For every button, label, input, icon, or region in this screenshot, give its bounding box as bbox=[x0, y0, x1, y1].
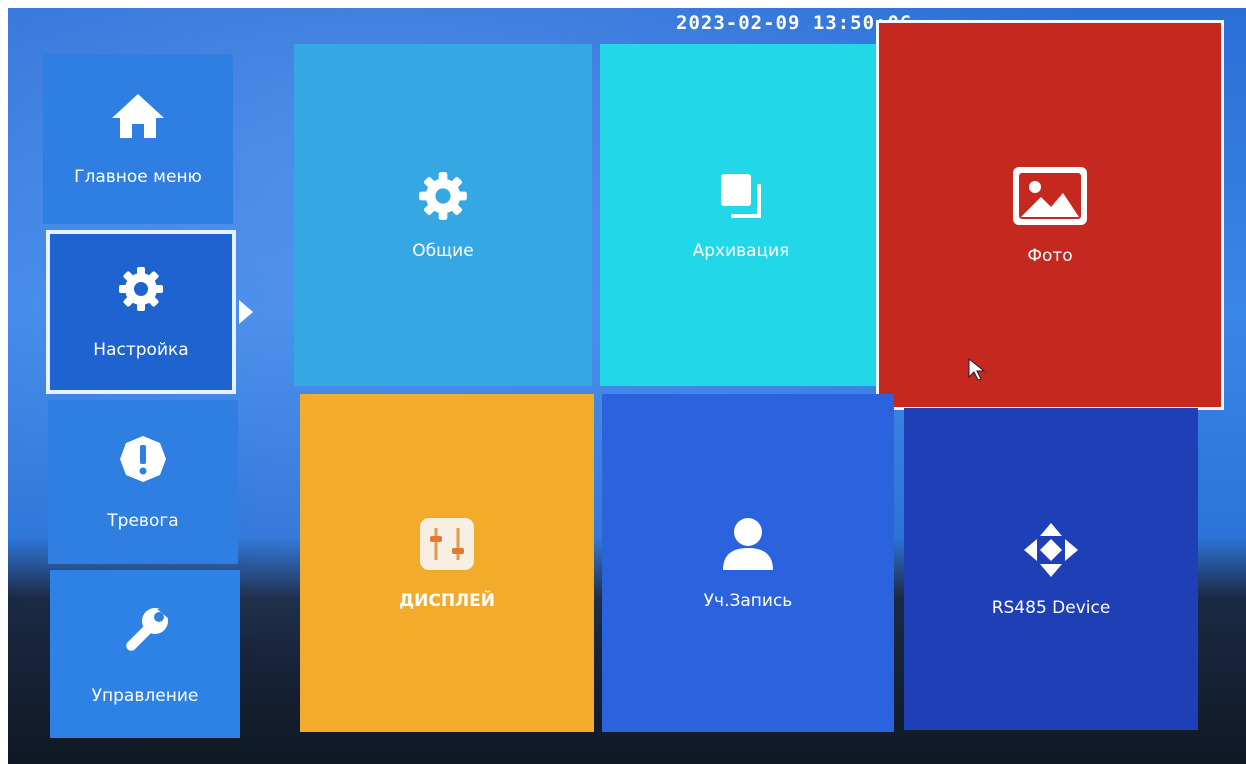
user-icon bbox=[721, 516, 775, 577]
tile-photo[interactable]: Фото bbox=[876, 20, 1224, 410]
tile-rs485-device[interactable]: RS485 Device bbox=[904, 408, 1198, 730]
sidebar-item-management[interactable]: Управление bbox=[50, 570, 240, 738]
tile-label: Фото bbox=[1027, 245, 1073, 266]
mouse-cursor-icon bbox=[968, 357, 986, 387]
tile-display[interactable]: ДИСПЛЕЙ bbox=[300, 394, 594, 732]
sidebar-item-label: Управление bbox=[91, 685, 199, 706]
gear-icon bbox=[117, 265, 165, 318]
tile-label: RS485 Device bbox=[991, 597, 1111, 618]
sidebar-item-label: Тревога bbox=[107, 510, 179, 531]
sidebar-item-label: Главное меню bbox=[74, 166, 202, 187]
dvr-screen: 2023-02-09 13:50:06 Главное меню Настрой… bbox=[8, 8, 1246, 764]
gear-icon bbox=[417, 170, 469, 227]
selection-arrow bbox=[239, 300, 253, 324]
tile-label: Общие bbox=[412, 240, 474, 261]
alert-icon bbox=[118, 434, 168, 489]
tile-user-account[interactable]: Уч.Запись bbox=[602, 394, 894, 732]
dpad-arrows-icon bbox=[1022, 521, 1080, 584]
tile-general[interactable]: Общие bbox=[294, 44, 592, 386]
home-icon bbox=[110, 92, 166, 145]
sidebar-item-label: Настройка bbox=[93, 339, 189, 360]
tile-label: Архивация bbox=[692, 240, 790, 261]
copy-icon bbox=[715, 170, 767, 227]
sidebar-item-settings[interactable]: Настройка bbox=[46, 230, 236, 394]
wrench-icon bbox=[117, 603, 173, 664]
image-icon bbox=[1011, 165, 1089, 232]
sidebar-item-main-menu[interactable]: Главное меню bbox=[43, 54, 233, 224]
tile-archive[interactable]: Архивация bbox=[600, 44, 882, 386]
tile-label: Уч.Запись bbox=[703, 590, 793, 611]
tile-label: ДИСПЛЕЙ bbox=[398, 590, 496, 611]
display-settings-icon bbox=[418, 516, 476, 577]
sidebar-item-alarm[interactable]: Тревога bbox=[48, 400, 238, 564]
